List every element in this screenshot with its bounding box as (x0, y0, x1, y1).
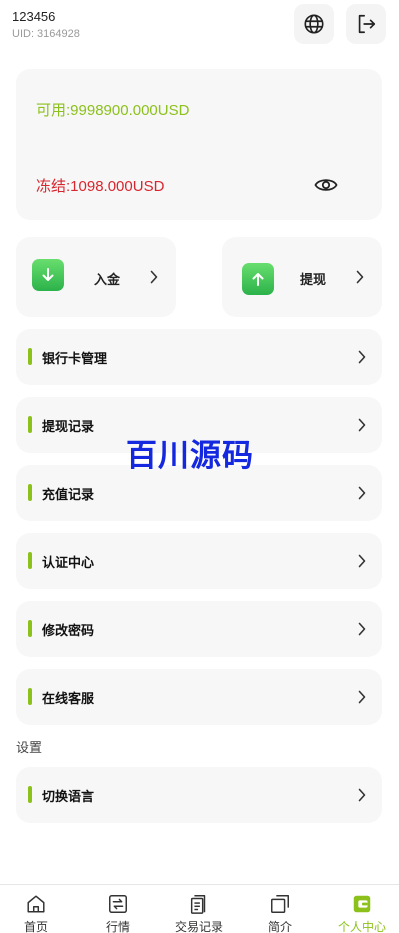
tab-trade-records[interactable]: 交易记录 (159, 885, 239, 933)
accent-bar (28, 416, 32, 433)
tab-label: 简介 (267, 920, 292, 933)
available-balance: 可用:9998900.000USD (36, 102, 190, 119)
menu-item-bank-card[interactable]: 银行卡管理 (16, 329, 382, 385)
accent-bar (28, 552, 32, 569)
language-button[interactable] (294, 4, 334, 44)
exchange-icon (109, 895, 127, 913)
accent-bar (28, 688, 32, 705)
chevron-right-icon (358, 690, 366, 704)
watermark-text: 百川源码 (126, 438, 254, 474)
chevron-right-icon (358, 486, 366, 500)
accent-bar (28, 348, 32, 365)
menu-item-label: 充值记录 (42, 487, 95, 502)
chevron-right-icon (356, 270, 364, 284)
globe-icon (304, 14, 324, 34)
menu-item-label: 认证中心 (42, 555, 95, 570)
accent-bar (28, 620, 32, 637)
tab-label: 交易记录 (174, 920, 223, 933)
menu-item-change-password[interactable]: 修改密码 (16, 601, 382, 657)
deposit-button[interactable]: 入金 (16, 237, 176, 317)
tab-market[interactable]: 行情 (78, 885, 158, 933)
logout-button[interactable] (346, 4, 386, 44)
menu-item-label: 在线客服 (42, 691, 95, 706)
tab-profile[interactable]: 个人中心 (322, 885, 399, 933)
eye-icon[interactable] (314, 176, 338, 194)
menu-item-verification[interactable]: 认证中心 (16, 533, 382, 589)
accent-bar (28, 786, 32, 803)
menu-item-label: 银行卡管理 (42, 351, 108, 366)
copy-icon (271, 895, 289, 913)
wallet-icon (353, 895, 371, 913)
withdraw-icon (242, 263, 274, 295)
menu-item-label: 修改密码 (42, 623, 95, 638)
chevron-right-icon (358, 418, 366, 432)
menu-item-online-service[interactable]: 在线客服 (16, 669, 382, 725)
deposit-icon (32, 259, 64, 291)
chevron-right-icon (358, 554, 366, 568)
tab-label: 行情 (105, 920, 130, 933)
chevron-right-icon (150, 270, 158, 284)
frozen-balance: 冻结:1098.000USD (36, 178, 165, 195)
accent-bar (28, 484, 32, 501)
tab-label: 个人中心 (337, 920, 386, 933)
home-icon (27, 895, 45, 913)
menu-item-switch-language[interactable]: 切换语言 (16, 767, 382, 823)
header: 123456 UID: 3164928 (0, 0, 399, 52)
balance-card: 可用:9998900.000USD 冻结:1098.000USD (16, 69, 382, 220)
bottom-tab-bar: 首页 行情 交易记录 简介 个人中心 (0, 884, 399, 933)
logout-icon (358, 14, 376, 34)
tab-intro[interactable]: 简介 (240, 885, 320, 933)
tab-label: 首页 (23, 920, 48, 933)
records-icon (190, 895, 206, 914)
username: 123456 (12, 9, 56, 24)
menu-item-label: 提现记录 (42, 419, 95, 434)
chevron-right-icon (358, 622, 366, 636)
menu-item-label: 切换语言 (42, 789, 95, 804)
chevron-right-icon (358, 350, 366, 364)
withdraw-label: 提现 (300, 272, 327, 287)
tab-home[interactable]: 首页 (0, 885, 76, 933)
withdraw-button[interactable]: 提现 (222, 237, 382, 317)
deposit-label: 入金 (94, 272, 121, 287)
settings-section-title: 设置 (16, 740, 43, 755)
user-uid: UID: 3164928 (12, 28, 80, 40)
chevron-right-icon (358, 788, 366, 802)
